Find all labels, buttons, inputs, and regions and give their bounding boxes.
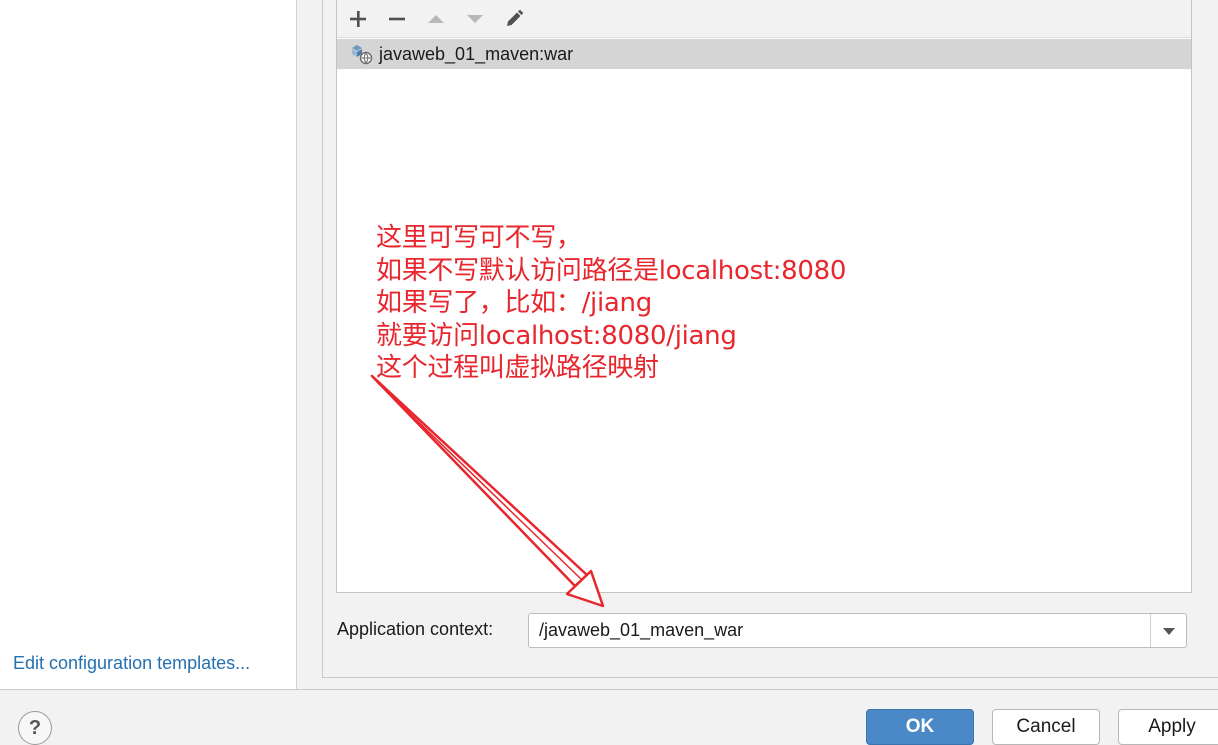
configurations-sidebar <box>0 0 296 689</box>
red-annotation-note: 这里可写可不写， 如果不写默认访问路径是localhost:8080 如果写了，… <box>376 222 846 385</box>
apply-button[interactable]: Apply <box>1118 709 1218 745</box>
move-down-icon[interactable] <box>462 6 488 32</box>
artifact-name: javaweb_01_maven:war <box>379 43 574 64</box>
remove-icon[interactable] <box>384 6 410 32</box>
cancel-button[interactable]: Cancel <box>992 709 1100 745</box>
ok-button[interactable]: OK <box>866 709 974 745</box>
artifact-toolbar <box>337 0 1191 38</box>
annotation-line-4: 就要访问localhost:8080/jiang <box>376 320 737 351</box>
annotation-line-3: 如果写了，比如：/jiang <box>376 288 652 318</box>
artifact-row-javaweb-war[interactable]: javaweb_01_maven:war <box>337 39 1191 69</box>
annotation-line-5: 这个过程叫虚拟路径映射 <box>376 353 659 383</box>
annotation-line-1: 这里可写可不写， <box>376 223 582 253</box>
chevron-down-icon[interactable] <box>1151 614 1186 647</box>
edit-icon[interactable] <box>501 6 527 32</box>
add-icon[interactable] <box>345 6 371 32</box>
help-icon: ? <box>28 716 42 739</box>
application-context-label: Application context: <box>337 619 494 639</box>
edit-configuration-templates-link[interactable]: Edit configuration templates... <box>13 653 250 674</box>
application-context-combobox[interactable]: /javaweb_01_maven_war <box>528 613 1187 648</box>
footer-divider <box>0 689 1218 690</box>
application-context-value[interactable]: /javaweb_01_maven_war <box>539 620 743 641</box>
move-up-icon[interactable] <box>423 6 449 32</box>
war-artifact-icon <box>352 45 373 65</box>
annotation-line-2: 如果不写默认访问路径是localhost:8080 <box>376 255 847 286</box>
help-button[interactable]: ? <box>18 711 52 745</box>
